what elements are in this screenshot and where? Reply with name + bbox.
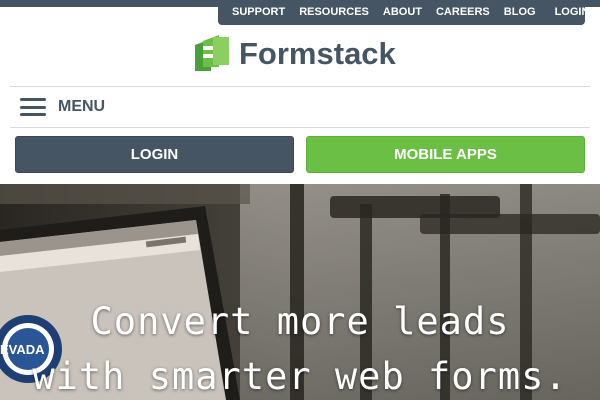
hero-headline-line2: with smarter web forms. <box>32 355 568 398</box>
top-nav-careers[interactable]: CAREERS <box>429 0 497 25</box>
formstack-logo[interactable]: Formstack <box>193 34 396 74</box>
formstack-logo-icon <box>193 35 231 73</box>
login-button[interactable]: LOGIN <box>15 136 294 173</box>
mobile-apps-button[interactable]: MOBILE APPS <box>306 136 585 173</box>
logo-wordmark: Formstack <box>239 36 396 71</box>
hero-banner: EVADA Convert more leads with smarter we… <box>0 184 600 400</box>
hamburger-menu-icon <box>20 98 46 116</box>
top-nav-about[interactable]: ABOUT <box>376 0 429 25</box>
top-nav-resources[interactable]: RESOURCES <box>292 0 376 25</box>
top-nav-login[interactable]: LOGIN <box>548 0 597 25</box>
page: SUPPORT RESOURCES ABOUT CAREERS BLOG LOG… <box>0 0 600 400</box>
top-nav-support[interactable]: SUPPORT <box>218 0 292 25</box>
hero-headline-line1: Convert more leads <box>90 300 510 343</box>
top-nav-blog[interactable]: BLOG <box>497 0 543 25</box>
menu-label: MENU <box>58 98 106 115</box>
menu-toggle[interactable]: MENU <box>10 86 590 128</box>
top-nav: SUPPORT RESOURCES ABOUT CAREERS BLOG LOG… <box>218 0 589 25</box>
